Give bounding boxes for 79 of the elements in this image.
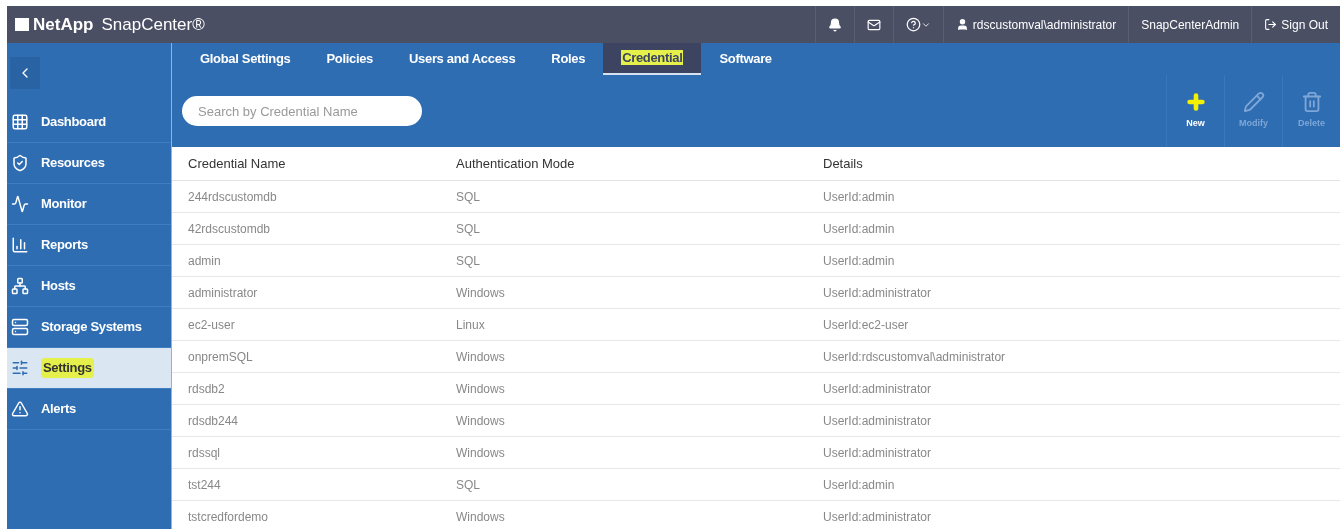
- table-cell-text: UserId:administrator: [822, 284, 933, 302]
- table-cell-text: rdssql: [187, 444, 221, 462]
- table-cell-text: Linux: [455, 316, 486, 334]
- column-header[interactable]: Authentication Mode: [440, 153, 807, 174]
- table-cell-text: UserId:admin: [822, 188, 896, 206]
- table-cell-text: Windows: [455, 412, 506, 430]
- tab[interactable]: Credential: [603, 43, 702, 75]
- shield-icon: [11, 154, 29, 172]
- tab[interactable]: Software: [701, 43, 790, 75]
- table-cell-text: onpremSQL: [187, 348, 254, 366]
- sidebar-item[interactable]: Resources: [7, 143, 171, 184]
- user-icon: [955, 18, 969, 31]
- table-cell-text: UserId:administrator: [822, 444, 933, 462]
- bell-icon: [827, 17, 842, 32]
- table-cell-text: UserId:ec2-user: [822, 316, 910, 334]
- table-cell-text: UserId:administrator: [822, 380, 933, 398]
- column-header[interactable]: Credential Name: [172, 153, 440, 174]
- table-cell-text: Windows: [455, 284, 506, 302]
- mail-icon: [866, 17, 881, 32]
- search-field[interactable]: Search by Credential Name: [182, 96, 422, 126]
- sidebar-label: Resources: [41, 154, 105, 173]
- table-cell-text: Windows: [455, 348, 506, 366]
- sidebar-label: Hosts: [41, 277, 76, 296]
- toolbar-button[interactable]: New: [1166, 75, 1224, 147]
- table-cell-text: rdsdb2: [187, 380, 226, 398]
- plus-icon: [1184, 91, 1207, 114]
- table-cell-text: rdsdb244: [187, 412, 240, 430]
- table-cell-text: Windows: [455, 380, 506, 398]
- sidebar-item[interactable]: Dashboard: [7, 102, 171, 143]
- table-cell-text: UserId:rdscustomval\administrator: [822, 348, 1007, 366]
- table-cell-text: UserId:administrator: [822, 412, 933, 430]
- chart-icon: [11, 236, 29, 254]
- table-cell-text: UserId:admin: [822, 476, 896, 494]
- sidebar-label: Alerts: [41, 400, 76, 419]
- server-icon: [11, 318, 29, 336]
- table-cell-text: Windows: [455, 444, 506, 462]
- network-icon: [11, 277, 29, 295]
- sidebar-label: Monitor: [41, 195, 87, 214]
- tab[interactable]: Roles: [533, 43, 604, 75]
- tab[interactable]: Users and Access: [391, 43, 534, 75]
- pulse-icon: [11, 195, 29, 213]
- table-cell-text: Windows: [455, 508, 506, 526]
- table-cell-text: 42rdscustomdb: [187, 220, 272, 238]
- table-cell-text: UserId:admin: [822, 252, 896, 270]
- brand-name: NetApp: [33, 13, 94, 36]
- table-cell-text: tst244: [187, 476, 222, 494]
- table-cell-text: admin: [187, 252, 222, 270]
- table-cell-text: SQL: [455, 252, 481, 270]
- table-cell-text: ec2-user: [187, 316, 236, 334]
- sidebar-item[interactable]: Monitor: [7, 184, 171, 225]
- table-cell-text: SQL: [455, 476, 481, 494]
- warning-icon: [11, 400, 29, 418]
- sidebar-item[interactable]: Reports: [7, 225, 171, 266]
- table-cell-text: 244rdscustomdb: [187, 188, 278, 206]
- sidebar-label: Storage Systems: [41, 318, 142, 337]
- sign-out-icon: [1264, 18, 1278, 31]
- table-cell-text: tstcredfordemo: [187, 508, 270, 526]
- sidebar-item[interactable]: Settings: [7, 348, 171, 389]
- sidebar-item[interactable]: Alerts: [7, 389, 171, 430]
- table-cell-text: UserId:admin: [822, 220, 896, 238]
- table-cell-text: UserId:administrator: [822, 508, 933, 526]
- collapse-button[interactable]: [10, 56, 40, 89]
- sidebar-item[interactable]: Hosts: [7, 266, 171, 307]
- column-header[interactable]: Details: [807, 153, 1340, 174]
- trash-icon: [1300, 91, 1323, 114]
- tab[interactable]: Global Settings: [182, 43, 309, 75]
- sidebar-label: Dashboard: [41, 113, 106, 132]
- pencil-icon: [1242, 91, 1265, 114]
- sidebar-label: Settings: [41, 358, 94, 378]
- table-cell-text: administrator: [187, 284, 259, 302]
- product-name: SnapCenter®: [101, 13, 205, 36]
- help-icon: [905, 17, 921, 32]
- sidebar-label: Reports: [41, 236, 88, 255]
- table-cell-text: SQL: [455, 188, 481, 206]
- grid-icon: [11, 113, 29, 131]
- tab[interactable]: Policies: [308, 43, 391, 75]
- logo-icon: [15, 18, 29, 31]
- table-cell-text: SQL: [455, 220, 481, 238]
- sliders-icon: [11, 359, 29, 377]
